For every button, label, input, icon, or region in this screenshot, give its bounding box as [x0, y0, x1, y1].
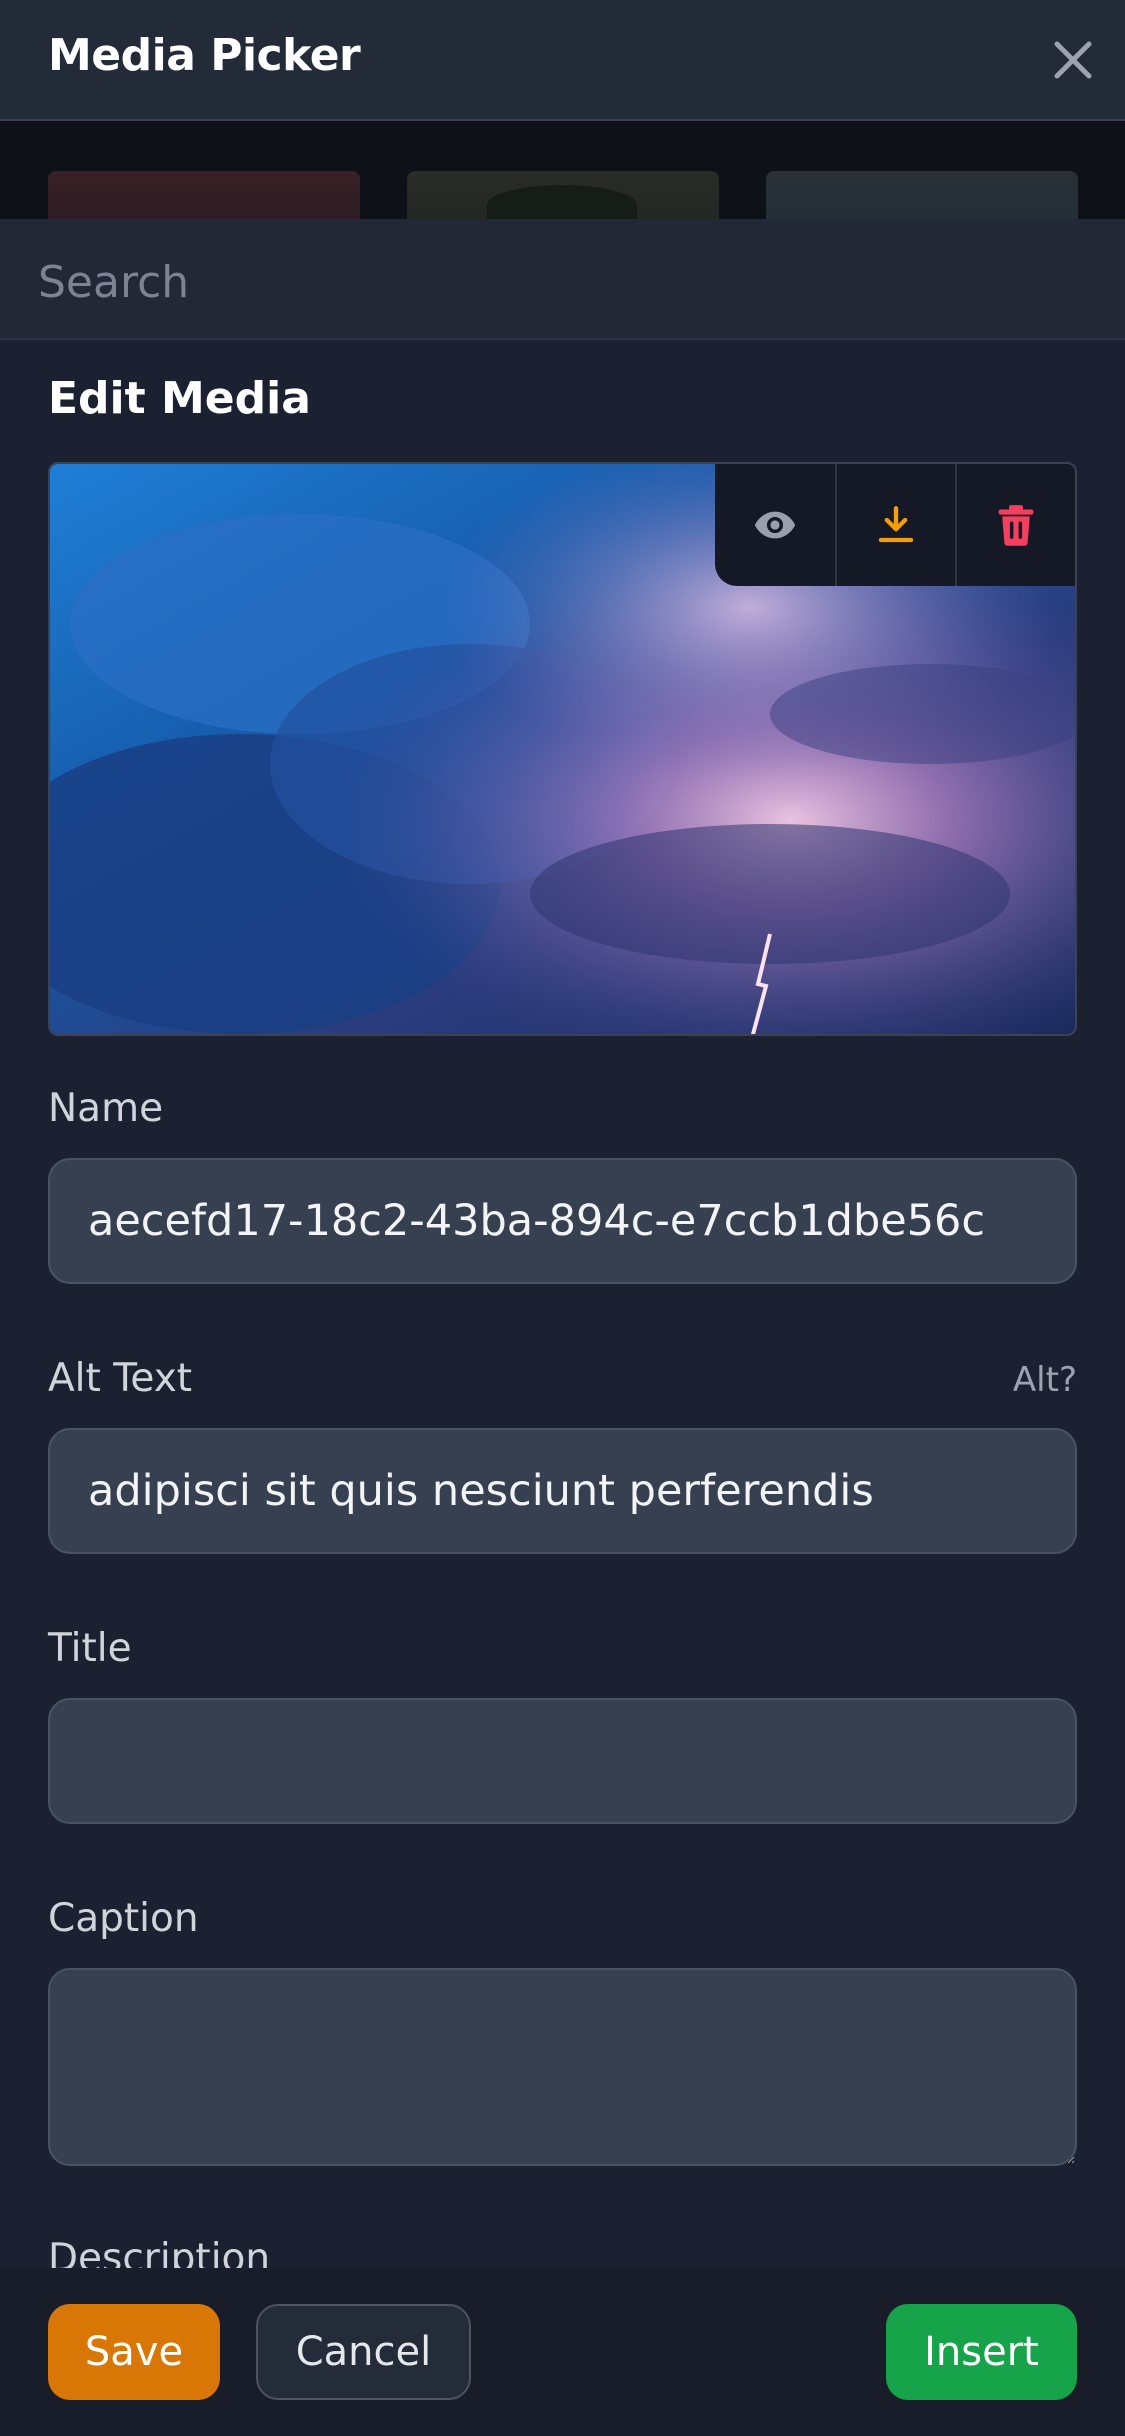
title-field[interactable] — [48, 1698, 1077, 1824]
trash-icon — [998, 505, 1034, 546]
media-thumbnail[interactable] — [48, 171, 360, 219]
edit-media-heading: Edit Media — [48, 373, 311, 424]
alt-text-help-link[interactable]: Alt? — [1013, 1360, 1077, 1400]
media-thumbnail[interactable] — [407, 171, 719, 219]
modal-title: Media Picker — [48, 30, 361, 81]
caption-field[interactable] — [48, 1968, 1077, 2166]
caption-label: Caption — [48, 1896, 199, 1941]
search-input[interactable] — [36, 253, 1090, 311]
download-button[interactable] — [835, 464, 955, 586]
modal-footer: Save Cancel Insert — [0, 2268, 1125, 2436]
search-bar — [0, 219, 1125, 340]
view-button[interactable] — [715, 464, 835, 586]
close-button[interactable] — [1051, 38, 1095, 82]
alt-text-label: Alt Text — [48, 1356, 193, 1401]
cancel-button[interactable]: Cancel — [256, 2304, 471, 2400]
preview-toolbar — [715, 464, 1075, 586]
download-icon — [878, 506, 914, 543]
delete-button[interactable] — [955, 464, 1075, 586]
alt-text-field[interactable] — [48, 1428, 1077, 1554]
save-button[interactable]: Save — [48, 2304, 220, 2400]
name-label: Name — [48, 1086, 164, 1131]
insert-button[interactable]: Insert — [886, 2304, 1077, 2400]
name-field[interactable] — [48, 1158, 1077, 1284]
title-label: Title — [48, 1626, 132, 1671]
modal-header: Media Picker — [0, 0, 1125, 121]
eye-icon — [754, 511, 796, 539]
close-icon — [1054, 41, 1092, 79]
media-preview — [48, 462, 1077, 1036]
media-grid-strip — [0, 121, 1125, 219]
media-thumbnail[interactable] — [766, 171, 1078, 219]
